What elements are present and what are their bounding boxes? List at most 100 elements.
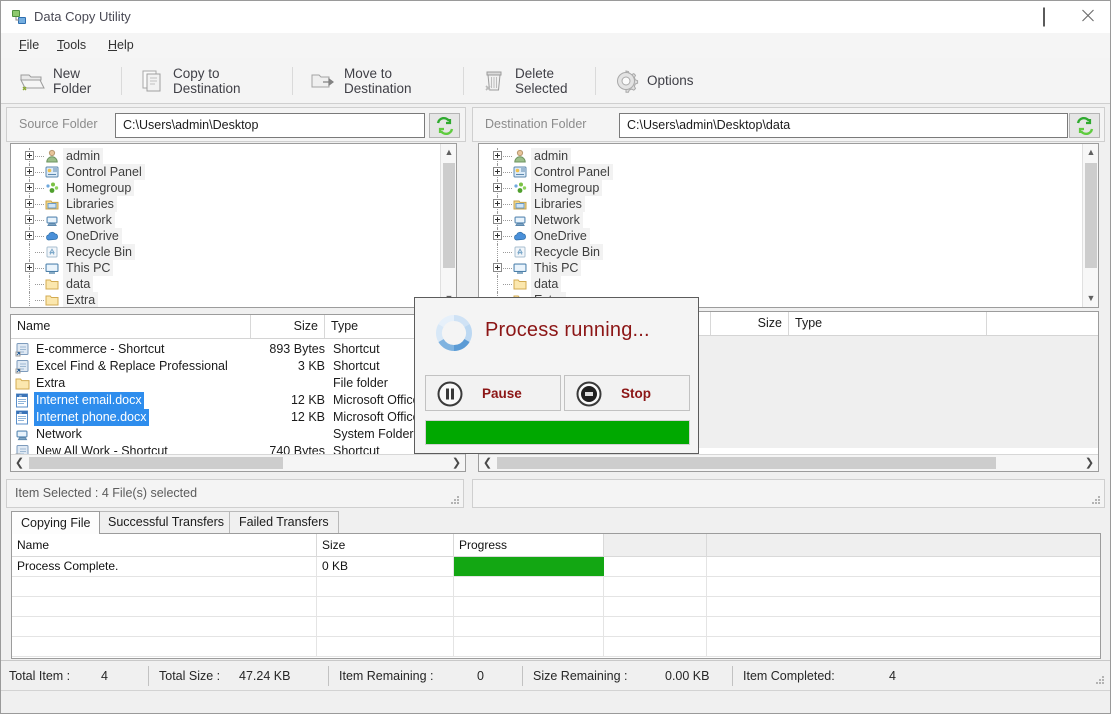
destination-tree-vscrollbar[interactable]: ▲ ▼ — [1082, 144, 1098, 307]
destination-list-scroll-thumb[interactable] — [497, 457, 996, 469]
tree-node[interactable]: Recycle Bin — [11, 244, 456, 260]
copy-to-destination-button[interactable]: Copy to Destination — [125, 58, 292, 103]
minimize-button[interactable] — [975, 1, 1021, 32]
tree-node[interactable]: Network — [479, 212, 1098, 228]
destination-tree-panel[interactable]: admin Control Panel Homegroup Libraries Netw… — [478, 143, 1099, 308]
tree-node[interactable]: data — [479, 276, 1098, 292]
destination-refresh-button[interactable] — [1069, 113, 1100, 138]
tab-copying-file[interactable]: Copying File — [11, 511, 101, 534]
expand-icon[interactable] — [493, 199, 502, 208]
tree-node[interactable]: Recycle Bin — [479, 244, 1098, 260]
tree-node[interactable]: Control Panel — [11, 164, 456, 180]
expand-icon[interactable] — [25, 263, 34, 272]
tree-node[interactable]: This PC — [11, 260, 456, 276]
file-list-row[interactable]: Network System Folder — [11, 426, 465, 443]
transfer-grid-row[interactable] — [12, 637, 1100, 657]
maximize-button[interactable] — [1021, 1, 1067, 32]
scroll-up-icon[interactable]: ▲ — [441, 144, 456, 161]
expand-icon[interactable] — [493, 167, 502, 176]
toolbar-separator-1 — [121, 67, 122, 95]
status-item-remaining-label: Item Remaining : — [339, 669, 434, 683]
transfer-grid-row[interactable] — [12, 597, 1100, 617]
scroll-left-icon[interactable]: ❮ — [11, 455, 28, 471]
tree-node[interactable]: Control Panel — [479, 164, 1098, 180]
tree-connector — [503, 252, 512, 254]
expand-icon[interactable] — [493, 183, 502, 192]
options-button[interactable]: Options — [599, 58, 694, 103]
source-tree-scroll-thumb[interactable] — [443, 163, 455, 268]
destination-list-hscrollbar[interactable]: ❮ ❯ — [479, 454, 1098, 471]
stop-button[interactable]: Stop — [564, 375, 690, 411]
file-list-row[interactable]: W Internet email.docx 12 KB Microsoft Offic… — [11, 392, 465, 409]
destination-tree-scroll-thumb[interactable] — [1085, 163, 1097, 268]
tree-node[interactable]: Extra — [11, 292, 456, 307]
tree-node[interactable]: data — [11, 276, 456, 292]
tree-node[interactable]: admin — [11, 148, 456, 164]
transfer-grid-row[interactable] — [12, 577, 1100, 597]
new-folder-button[interactable]: New Folder — [5, 58, 120, 103]
tree-node[interactable]: Network — [11, 212, 456, 228]
pause-button[interactable]: Pause — [425, 375, 561, 411]
grid-col-size[interactable]: Size — [317, 534, 454, 556]
delete-selected-button[interactable]: Delete Selected — [467, 58, 595, 103]
menu-file[interactable]: File — [11, 37, 47, 53]
tree-node[interactable]: Homegroup — [11, 180, 456, 196]
source-refresh-button[interactable] — [429, 113, 460, 138]
expand-icon[interactable] — [493, 231, 502, 240]
source-list-hscrollbar[interactable]: ❮ ❯ — [11, 454, 465, 471]
expand-icon[interactable] — [493, 263, 502, 272]
tab-failed-transfers[interactable]: Failed Transfers — [229, 511, 339, 533]
menu-help[interactable]: Help — [100, 37, 142, 53]
tree-node[interactable]: OneDrive — [479, 228, 1098, 244]
transfer-filler-2 — [707, 637, 1100, 656]
expand-icon[interactable] — [25, 151, 34, 160]
scroll-left-icon[interactable]: ❮ — [479, 455, 496, 471]
expand-icon[interactable] — [25, 183, 34, 192]
tree-node[interactable]: admin — [479, 148, 1098, 164]
source-file-list[interactable]: Name Size Type E-commerce - Shortcut 893 … — [10, 314, 466, 472]
menu-tools[interactable]: Tools — [49, 37, 94, 53]
source-path-input[interactable]: C:\Users\admin\Desktop — [115, 113, 425, 138]
file-list-row[interactable]: W Internet phone.docx 12 KB Microsoft Offic… — [11, 409, 465, 426]
tree-node-label: Extra — [63, 292, 99, 307]
file-list-row[interactable]: Excel Find & Replace Professional 3 KB Sho… — [11, 358, 465, 375]
transfer-grid-row[interactable]: Process Complete. 0 KB — [12, 557, 1100, 577]
tree-node[interactable]: OneDrive — [11, 228, 456, 244]
menu-bar: File Tools Help — [1, 33, 1110, 59]
destination-path-input[interactable]: C:\Users\admin\Desktop\data — [619, 113, 1068, 138]
tree-node[interactable]: Libraries — [479, 196, 1098, 212]
expand-icon[interactable] — [25, 231, 34, 240]
source-list-scroll-thumb[interactable] — [29, 457, 283, 469]
destination-tree[interactable]: admin Control Panel Homegroup Libraries Netw… — [479, 148, 1098, 307]
source-tree[interactable]: admin Control Panel Homegroup Libraries Netw… — [11, 148, 456, 307]
source-tree-panel[interactable]: admin Control Panel Homegroup Libraries Netw… — [10, 143, 457, 308]
close-button[interactable] — [1065, 1, 1110, 32]
tree-node[interactable]: Homegroup — [479, 180, 1098, 196]
tree-node[interactable]: This PC — [479, 260, 1098, 276]
expand-icon[interactable] — [25, 167, 34, 176]
destination-col-size[interactable]: Size — [711, 312, 789, 335]
scroll-right-icon[interactable]: ❯ — [448, 455, 465, 471]
source-tree-vscrollbar[interactable]: ▲ ▼ — [440, 144, 456, 307]
scroll-up-icon[interactable]: ▲ — [1083, 144, 1098, 161]
source-col-size[interactable]: Size — [251, 315, 325, 338]
expand-icon[interactable] — [493, 151, 502, 160]
file-list-row[interactable]: E-commerce - Shortcut 893 Bytes Shortcut — [11, 341, 465, 358]
expand-icon[interactable] — [25, 215, 34, 224]
scroll-down-icon[interactable]: ▼ — [1083, 290, 1098, 307]
transfer-grid-row[interactable] — [12, 617, 1100, 637]
expand-icon[interactable] — [493, 215, 502, 224]
tree-node[interactable]: Libraries — [11, 196, 456, 212]
grid-col-progress[interactable]: Progress — [454, 534, 604, 556]
source-col-name[interactable]: Name — [11, 315, 251, 338]
grid-col-name[interactable]: Name — [12, 534, 317, 556]
move-to-destination-button[interactable]: Move to Destination — [296, 58, 463, 103]
file-type: Microsoft Office — [333, 410, 420, 424]
tab-successful-transfers[interactable]: Successful Transfers — [98, 511, 235, 533]
destination-col-type[interactable]: Type — [789, 312, 987, 335]
transfer-grid[interactable]: Name Size Progress Process Complete. 0 KB — [11, 533, 1101, 659]
scroll-right-icon[interactable]: ❯ — [1081, 455, 1098, 471]
file-list-row[interactable]: Extra File folder — [11, 375, 465, 392]
file-type: System Folder — [333, 427, 414, 441]
expand-icon[interactable] — [25, 199, 34, 208]
